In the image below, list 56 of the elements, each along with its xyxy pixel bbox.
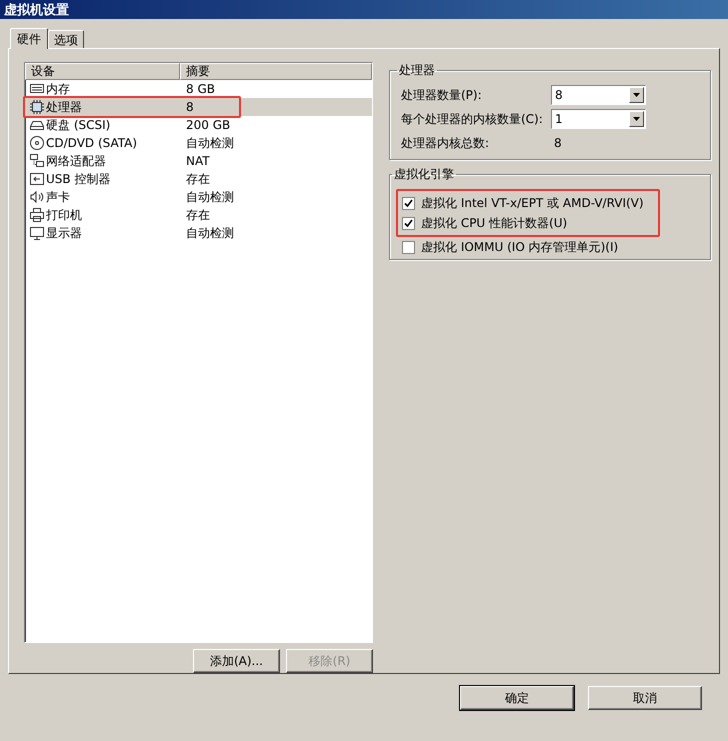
disc-icon bbox=[29, 135, 45, 151]
device-summary: 自动检测 bbox=[185, 134, 235, 152]
device-summary: 自动检测 bbox=[185, 188, 235, 206]
device-row[interactable]: 声卡 自动检测 bbox=[25, 188, 372, 206]
device-name: 网络适配器 bbox=[46, 152, 106, 170]
column-header[interactable]: 摘要 bbox=[180, 63, 372, 80]
device-name: 声卡 bbox=[46, 188, 70, 206]
group-title: 处理器 bbox=[398, 62, 436, 79]
device-summary: 200 GB bbox=[185, 118, 232, 132]
checkbox[interactable] bbox=[402, 196, 415, 210]
checkbox-label: 虚拟化 IOMMU (IO 内存管理单元)(I) bbox=[421, 238, 618, 256]
printer-icon bbox=[29, 207, 45, 223]
cancel-button[interactable]: 取消 bbox=[588, 686, 702, 710]
device-name: 打印机 bbox=[46, 206, 82, 224]
ok-button[interactable]: 确定 bbox=[460, 686, 574, 710]
checkbox[interactable] bbox=[402, 240, 415, 254]
device-row[interactable]: 网络适配器 NAT bbox=[25, 152, 372, 170]
device-row[interactable]: 硬盘 (SCSI) 200 GB bbox=[25, 116, 372, 134]
column-header[interactable]: 设备 bbox=[25, 63, 180, 80]
device-name: 处理器 bbox=[46, 98, 82, 116]
speaker-icon bbox=[29, 189, 45, 205]
field-label: 每个处理器的内核数量(C): bbox=[401, 110, 544, 128]
dropdown[interactable]: 1 bbox=[551, 109, 646, 129]
checkbox[interactable] bbox=[402, 216, 415, 230]
device-row[interactable]: 内存 8 GB bbox=[25, 80, 372, 98]
add-button[interactable]: 添加(A)... bbox=[193, 649, 280, 673]
device-name: CD/DVD (SATA) bbox=[46, 136, 138, 150]
device-row[interactable]: USB 控制器 存在 bbox=[25, 170, 372, 188]
monitor-icon bbox=[29, 225, 45, 241]
device-summary: 8 bbox=[185, 100, 195, 114]
device-name: 硬盘 (SCSI) bbox=[46, 116, 110, 134]
tab[interactable]: 选项 bbox=[48, 30, 84, 48]
checkbox-label: 虚拟化 Intel VT-x/EPT 或 AMD-V/RVI(V) bbox=[421, 194, 644, 212]
group-title: 虚拟化引擎 bbox=[393, 166, 455, 183]
dropdown[interactable]: 8 bbox=[551, 85, 646, 105]
field-label: 处理器内核总数: bbox=[401, 134, 490, 152]
device-summary: 存在 bbox=[185, 206, 211, 224]
checkbox-label: 虚拟化 CPU 性能计数器(U) bbox=[421, 214, 568, 232]
device-name: 内存 bbox=[46, 80, 70, 98]
network-icon bbox=[29, 153, 45, 169]
device-summary: 自动检测 bbox=[185, 224, 235, 242]
window-title: 虚拟机设置 bbox=[4, 2, 69, 18]
device-summary: 存在 bbox=[185, 170, 211, 188]
device-row[interactable]: 处理器 8 bbox=[25, 98, 372, 116]
usb-icon bbox=[29, 171, 45, 187]
device-row[interactable]: 显示器 自动检测 bbox=[25, 224, 372, 242]
tab[interactable]: 硬件 bbox=[10, 28, 48, 49]
device-summary: NAT bbox=[185, 154, 211, 168]
chip-icon bbox=[29, 99, 45, 115]
device-name: 显示器 bbox=[46, 224, 82, 242]
device-row[interactable]: 打印机 存在 bbox=[25, 206, 372, 224]
total-value: 8 bbox=[553, 136, 562, 150]
device-name: USB 控制器 bbox=[46, 170, 110, 188]
device-row[interactable]: CD/DVD (SATA) 自动检测 bbox=[25, 134, 372, 152]
field-label: 处理器数量(P): bbox=[401, 86, 483, 104]
device-summary: 8 GB bbox=[185, 82, 216, 96]
